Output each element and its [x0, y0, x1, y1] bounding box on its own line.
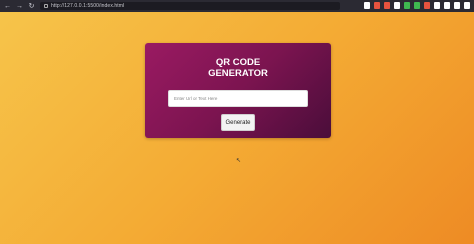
qr-generator-card: QR CODE GENERATOR Generate [145, 43, 331, 138]
extension-icon[interactable] [404, 2, 410, 9]
extension-icon[interactable] [434, 2, 440, 9]
title-line-1: QR CODE [215, 57, 261, 68]
extension-icon[interactable] [394, 2, 400, 9]
address-bar-url[interactable]: http://127.0.0.1:5500/index.html [51, 3, 124, 9]
extension-icon[interactable] [424, 2, 430, 9]
downloads-icon[interactable] [444, 2, 450, 9]
account-icon[interactable] [454, 2, 460, 9]
page-info-icon[interactable] [44, 4, 48, 8]
page-background: QR CODE GENERATOR Generate ↖ [0, 12, 474, 244]
extension-icon[interactable] [414, 2, 420, 9]
address-bar[interactable]: http://127.0.0.1:5500/index.html [40, 2, 340, 10]
browser-toolbar: ← → ↻ ⌂ http://127.0.0.1:5500/index.html [0, 0, 474, 12]
title-line-2: GENERATOR [208, 68, 268, 79]
page-title: QR CODE GENERATOR [145, 57, 331, 79]
extension-icon[interactable] [384, 2, 390, 9]
reload-icon[interactable]: ↻ [28, 3, 35, 10]
extension-icon[interactable] [374, 2, 380, 9]
back-icon[interactable]: ← [4, 3, 11, 10]
mouse-cursor-icon: ↖ [236, 158, 242, 164]
menu-icon[interactable] [464, 2, 470, 9]
generate-button[interactable]: Generate [221, 114, 255, 131]
extension-toolbar [364, 2, 470, 9]
forward-icon[interactable]: → [16, 3, 23, 10]
extension-icon[interactable] [364, 2, 370, 9]
url-text-input[interactable] [168, 90, 308, 107]
